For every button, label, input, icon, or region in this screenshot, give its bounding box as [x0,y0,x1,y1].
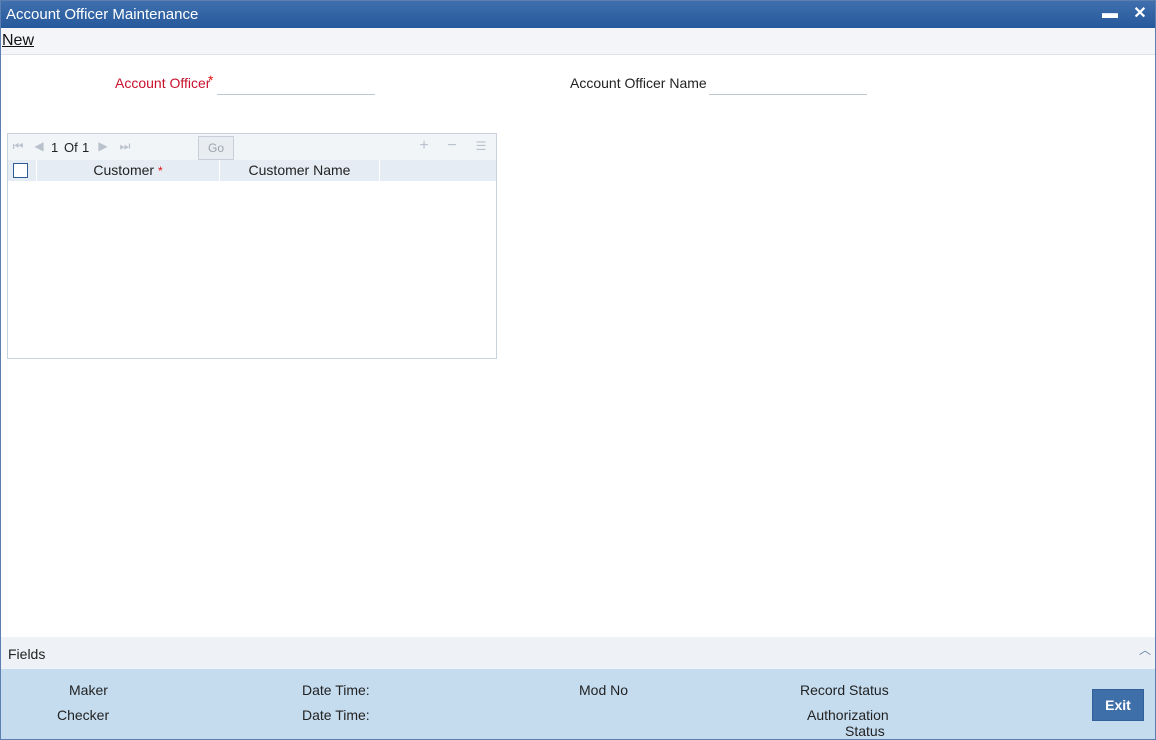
go-button[interactable]: Go [198,136,234,160]
customer-column-label: Customer [93,162,155,178]
first-page-icon[interactable]: ⏮ [11,139,25,153]
page-total: 1 [82,140,90,155]
account-officer-maintenance-window: Account Officer Maintenance ▬ ✕ New Acco… [0,0,1156,740]
authorization-label: Authorization [807,707,889,723]
fields-label: Fields [8,646,46,662]
maker-label: Maker [69,682,108,698]
column-header-customer[interactable]: Customer * [37,160,220,181]
account-officer-name-input[interactable] [709,72,867,95]
record-status-label: Record Status [800,682,889,698]
mod-no-label: Mod No [579,682,629,698]
checker-label: Checker [57,707,110,723]
required-mark: * [208,72,214,88]
next-page-icon[interactable]: ▶ [96,139,110,153]
grid-header-row: Customer * Customer Name [8,160,496,181]
account-officer-name-label: Account Officer Name [570,75,707,91]
goto-page-input[interactable] [149,138,195,161]
customer-required-mark: * [157,164,163,178]
minimize-icon[interactable]: ▬ [1102,6,1118,22]
page-current: 1 [51,140,59,155]
window-title: Account Officer Maintenance [6,6,199,23]
customer-name-column-label: Customer Name [248,162,351,178]
minus-icon[interactable]: − [445,138,459,154]
column-header-customer-name[interactable]: Customer Name [220,160,380,181]
exit-button[interactable]: Exit [1092,689,1144,721]
close-icon[interactable]: ✕ [1132,6,1148,22]
plus-icon[interactable]: + [417,138,431,154]
select-all-cell [8,160,37,181]
audit-panel: Maker Checker Date Time: Date Time: Mod … [1,669,1155,739]
new-link[interactable]: New [2,32,34,50]
chevron-up-icon[interactable]: ︿ [1139,641,1151,658]
title-bar: Account Officer Maintenance ▬ ✕ [1,1,1155,28]
maker-date-time-label: Date Time: [302,682,370,698]
prev-page-icon[interactable]: ◀ [32,139,46,153]
page-of-label: Of [64,140,78,155]
customer-grid: ⏮ ◀ 1 Of 1 ▶ ⏭ Go + − ☰ Customer * Custo… [7,133,497,359]
grid-body [8,181,496,358]
fields-bar[interactable]: Fields ︿ [1,637,1155,669]
list-view-icon[interactable]: ☰ [474,139,488,153]
last-page-icon[interactable]: ⏭ [118,139,132,153]
account-officer-label: Account Officer [115,75,211,91]
authorization-status-label: Status [845,723,885,739]
select-all-checkbox[interactable] [13,163,28,178]
account-officer-input[interactable] [217,72,375,95]
menu-bar: New [1,28,1155,55]
checker-date-time-label: Date Time: [302,707,370,723]
grid-toolbar: ⏮ ◀ 1 Of 1 ▶ ⏭ Go + − ☰ [8,134,496,161]
